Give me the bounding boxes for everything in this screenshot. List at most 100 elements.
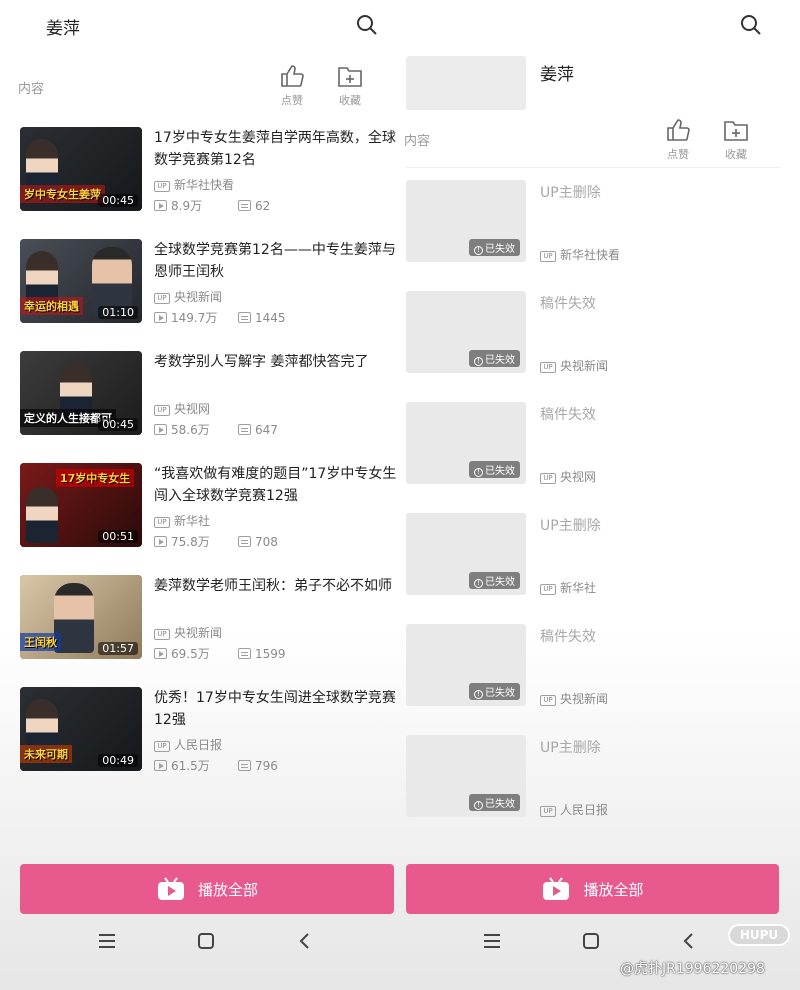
video-thumbnail: 王闰秋 01:57 <box>20 575 142 659</box>
view-count: 75.8万 <box>171 535 210 549</box>
add-folder-icon <box>338 67 362 87</box>
menu-icon[interactable] <box>96 930 118 952</box>
view-count: 149.7万 <box>171 311 218 325</box>
invalid-status-title: 稿件失效 <box>540 296 596 312</box>
video-title[interactable]: “我喜欢做有难度的题目”17岁中专女生闯入全球数学竞赛12强 <box>154 463 400 507</box>
section-label: 内容 <box>17 82 44 97</box>
search-icon[interactable] <box>740 14 762 36</box>
divider <box>406 167 780 168</box>
collection-title: 姜萍 <box>540 65 574 85</box>
play-count-icon <box>154 424 167 435</box>
collection-panel-before: 姜萍 内容 点赞 收藏 岁中专女生姜萍 00:45 17岁中专女生姜萍自学两年高… <box>0 0 400 990</box>
placeholder-thumbnail: ! 已失效 <box>406 180 526 262</box>
search-query[interactable]: 姜萍 <box>46 14 80 39</box>
danmaku-count: 796 <box>255 759 278 773</box>
video-title[interactable]: 17岁中专女生姜萍自学两年高数，全球数学竞赛第12名 <box>154 127 400 171</box>
danmaku-count: 1599 <box>255 647 286 661</box>
placeholder-thumbnail: ! 已失效 <box>406 513 526 595</box>
invalid-status-title: 稿件失效 <box>540 407 596 423</box>
uploader-line: UP 央视新闻 <box>154 624 222 641</box>
favorite-button[interactable]: 收藏 <box>716 118 756 162</box>
invalid-video-item[interactable]: ! 已失效 稿件失效 UP 央视新闻 <box>406 624 800 708</box>
invalid-video-item[interactable]: ! 已失效 UP主删除 UP 新华社 <box>406 513 800 597</box>
video-thumbnail: 未来可期 00:49 <box>20 687 142 771</box>
video-duration: 01:10 <box>98 306 138 319</box>
video-thumbnail: 定义的人生接都可 00:45 <box>20 351 142 435</box>
uploader-line: UP 央视网 <box>540 468 596 485</box>
play-all-label: 播放全部 <box>583 880 644 899</box>
collection-cover <box>406 56 526 110</box>
up-badge-icon: UP <box>154 741 170 752</box>
uploader-name: 央视新闻 <box>560 359 609 373</box>
video-duration: 00:45 <box>98 194 138 207</box>
danmaku-count: 62 <box>255 199 271 213</box>
invalid-video-item[interactable]: ! 已失效 稿件失效 UP 央视网 <box>406 402 800 486</box>
uploader-name: 新华社 <box>174 514 211 528</box>
invalid-video-item[interactable]: ! 已失效 UP主删除 UP 新华社快看 <box>406 180 800 264</box>
like-button[interactable]: 点赞 <box>658 118 698 162</box>
video-thumbnail: 17岁中专女生 00:51 <box>20 463 142 547</box>
back-icon[interactable] <box>294 930 316 952</box>
uploader-name: 央视网 <box>560 470 597 484</box>
up-badge-icon: UP <box>540 584 556 595</box>
thumbnail-caption: 17岁中专女生 <box>56 469 135 487</box>
uploader-name: 新华社 <box>560 581 597 595</box>
section-label: 内容 <box>403 134 430 149</box>
uploader-name: 人民日报 <box>174 738 223 752</box>
video-item[interactable]: 未来可期 00:49 优秀！17岁中专女生闯进全球数学竞赛12强 UP 人民日报 … <box>20 687 400 777</box>
favorite-button[interactable]: 收藏 <box>330 64 370 108</box>
placeholder-thumbnail: ! 已失效 <box>406 624 526 706</box>
video-item[interactable]: 岁中专女生姜萍 00:45 17岁中专女生姜萍自学两年高数，全球数学竞赛第12名… <box>20 127 400 217</box>
play-all-button[interactable]: 播放全部 <box>20 864 394 914</box>
invalid-video-item[interactable]: ! 已失效 UP主删除 UP 人民日报 <box>406 735 800 819</box>
invalid-status-title: UP主删除 <box>540 185 601 201</box>
video-title[interactable]: 优秀！17岁中专女生闯进全球数学竞赛12强 <box>154 687 400 731</box>
uploader-name: 央视新闻 <box>560 692 609 706</box>
video-title[interactable]: 全球数学竞赛第12名——中专生姜萍与恩师王闰秋 <box>154 239 400 283</box>
invalid-video-item[interactable]: ! 已失效 稿件失效 UP 央视新闻 <box>406 291 800 375</box>
up-badge-icon: UP <box>154 629 170 640</box>
up-badge-icon: UP <box>540 695 556 706</box>
uploader-name: 新华社快看 <box>174 178 235 192</box>
danmaku-icon <box>238 312 251 323</box>
video-item[interactable]: 幸运的相遇 01:10 全球数学竞赛第12名——中专生姜萍与恩师王闰秋 UP 央视… <box>20 239 400 329</box>
thumbs-up-icon <box>667 119 690 141</box>
uploader-line: UP 人民日报 <box>540 801 608 818</box>
search-icon[interactable] <box>356 14 378 36</box>
home-square-icon[interactable] <box>580 930 602 952</box>
stats-line: 149.7万 1445 <box>154 309 322 326</box>
play-count-icon <box>154 760 167 771</box>
view-count: 61.5万 <box>171 759 210 773</box>
uploader-name: 新华社快看 <box>560 248 621 262</box>
play-count-icon <box>154 312 167 323</box>
video-duration: 00:49 <box>98 754 138 767</box>
info-icon: ! <box>474 246 483 255</box>
danmaku-icon <box>238 648 251 659</box>
uploader-line: UP 新华社快看 <box>154 176 234 193</box>
video-title[interactable]: 考数学别人写解字 姜萍都快答完了 <box>154 351 400 373</box>
thumbs-up-icon <box>281 65 304 87</box>
up-badge-icon: UP <box>154 293 170 304</box>
tv-play-icon <box>157 877 184 900</box>
like-button[interactable]: 点赞 <box>272 64 312 108</box>
back-icon[interactable] <box>678 930 700 952</box>
play-all-button[interactable]: 播放全部 <box>406 864 779 914</box>
watermark: @虎扑JR1996220298 <box>620 961 765 977</box>
danmaku-icon <box>238 760 251 771</box>
home-square-icon[interactable] <box>195 930 217 952</box>
info-icon: ! <box>474 468 483 477</box>
invalid-badge: ! 已失效 <box>469 683 520 700</box>
play-count-icon <box>154 200 167 211</box>
stats-line: 58.6万 647 <box>154 421 322 438</box>
danmaku-count: 708 <box>255 535 278 549</box>
invalid-status-title: UP主删除 <box>540 518 601 534</box>
menu-icon[interactable] <box>481 930 503 952</box>
video-item[interactable]: 定义的人生接都可 00:45 考数学别人写解字 姜萍都快答完了 UP 央视网 58… <box>20 351 400 441</box>
up-badge-icon: UP <box>154 405 170 416</box>
uploader-name: 央视新闻 <box>174 290 223 304</box>
video-item[interactable]: 王闰秋 01:57 姜萍数学老师王闰秋：弟子不必不如师 UP 央视新闻 69.5万… <box>20 575 400 665</box>
uploader-line: UP 新华社快看 <box>540 246 620 263</box>
video-item[interactable]: 17岁中专女生 00:51 “我喜欢做有难度的题目”17岁中专女生闯入全球数学竞… <box>20 463 400 553</box>
invalid-badge: ! 已失效 <box>469 794 520 811</box>
video-title[interactable]: 姜萍数学老师王闰秋：弟子不必不如师 <box>154 575 400 597</box>
